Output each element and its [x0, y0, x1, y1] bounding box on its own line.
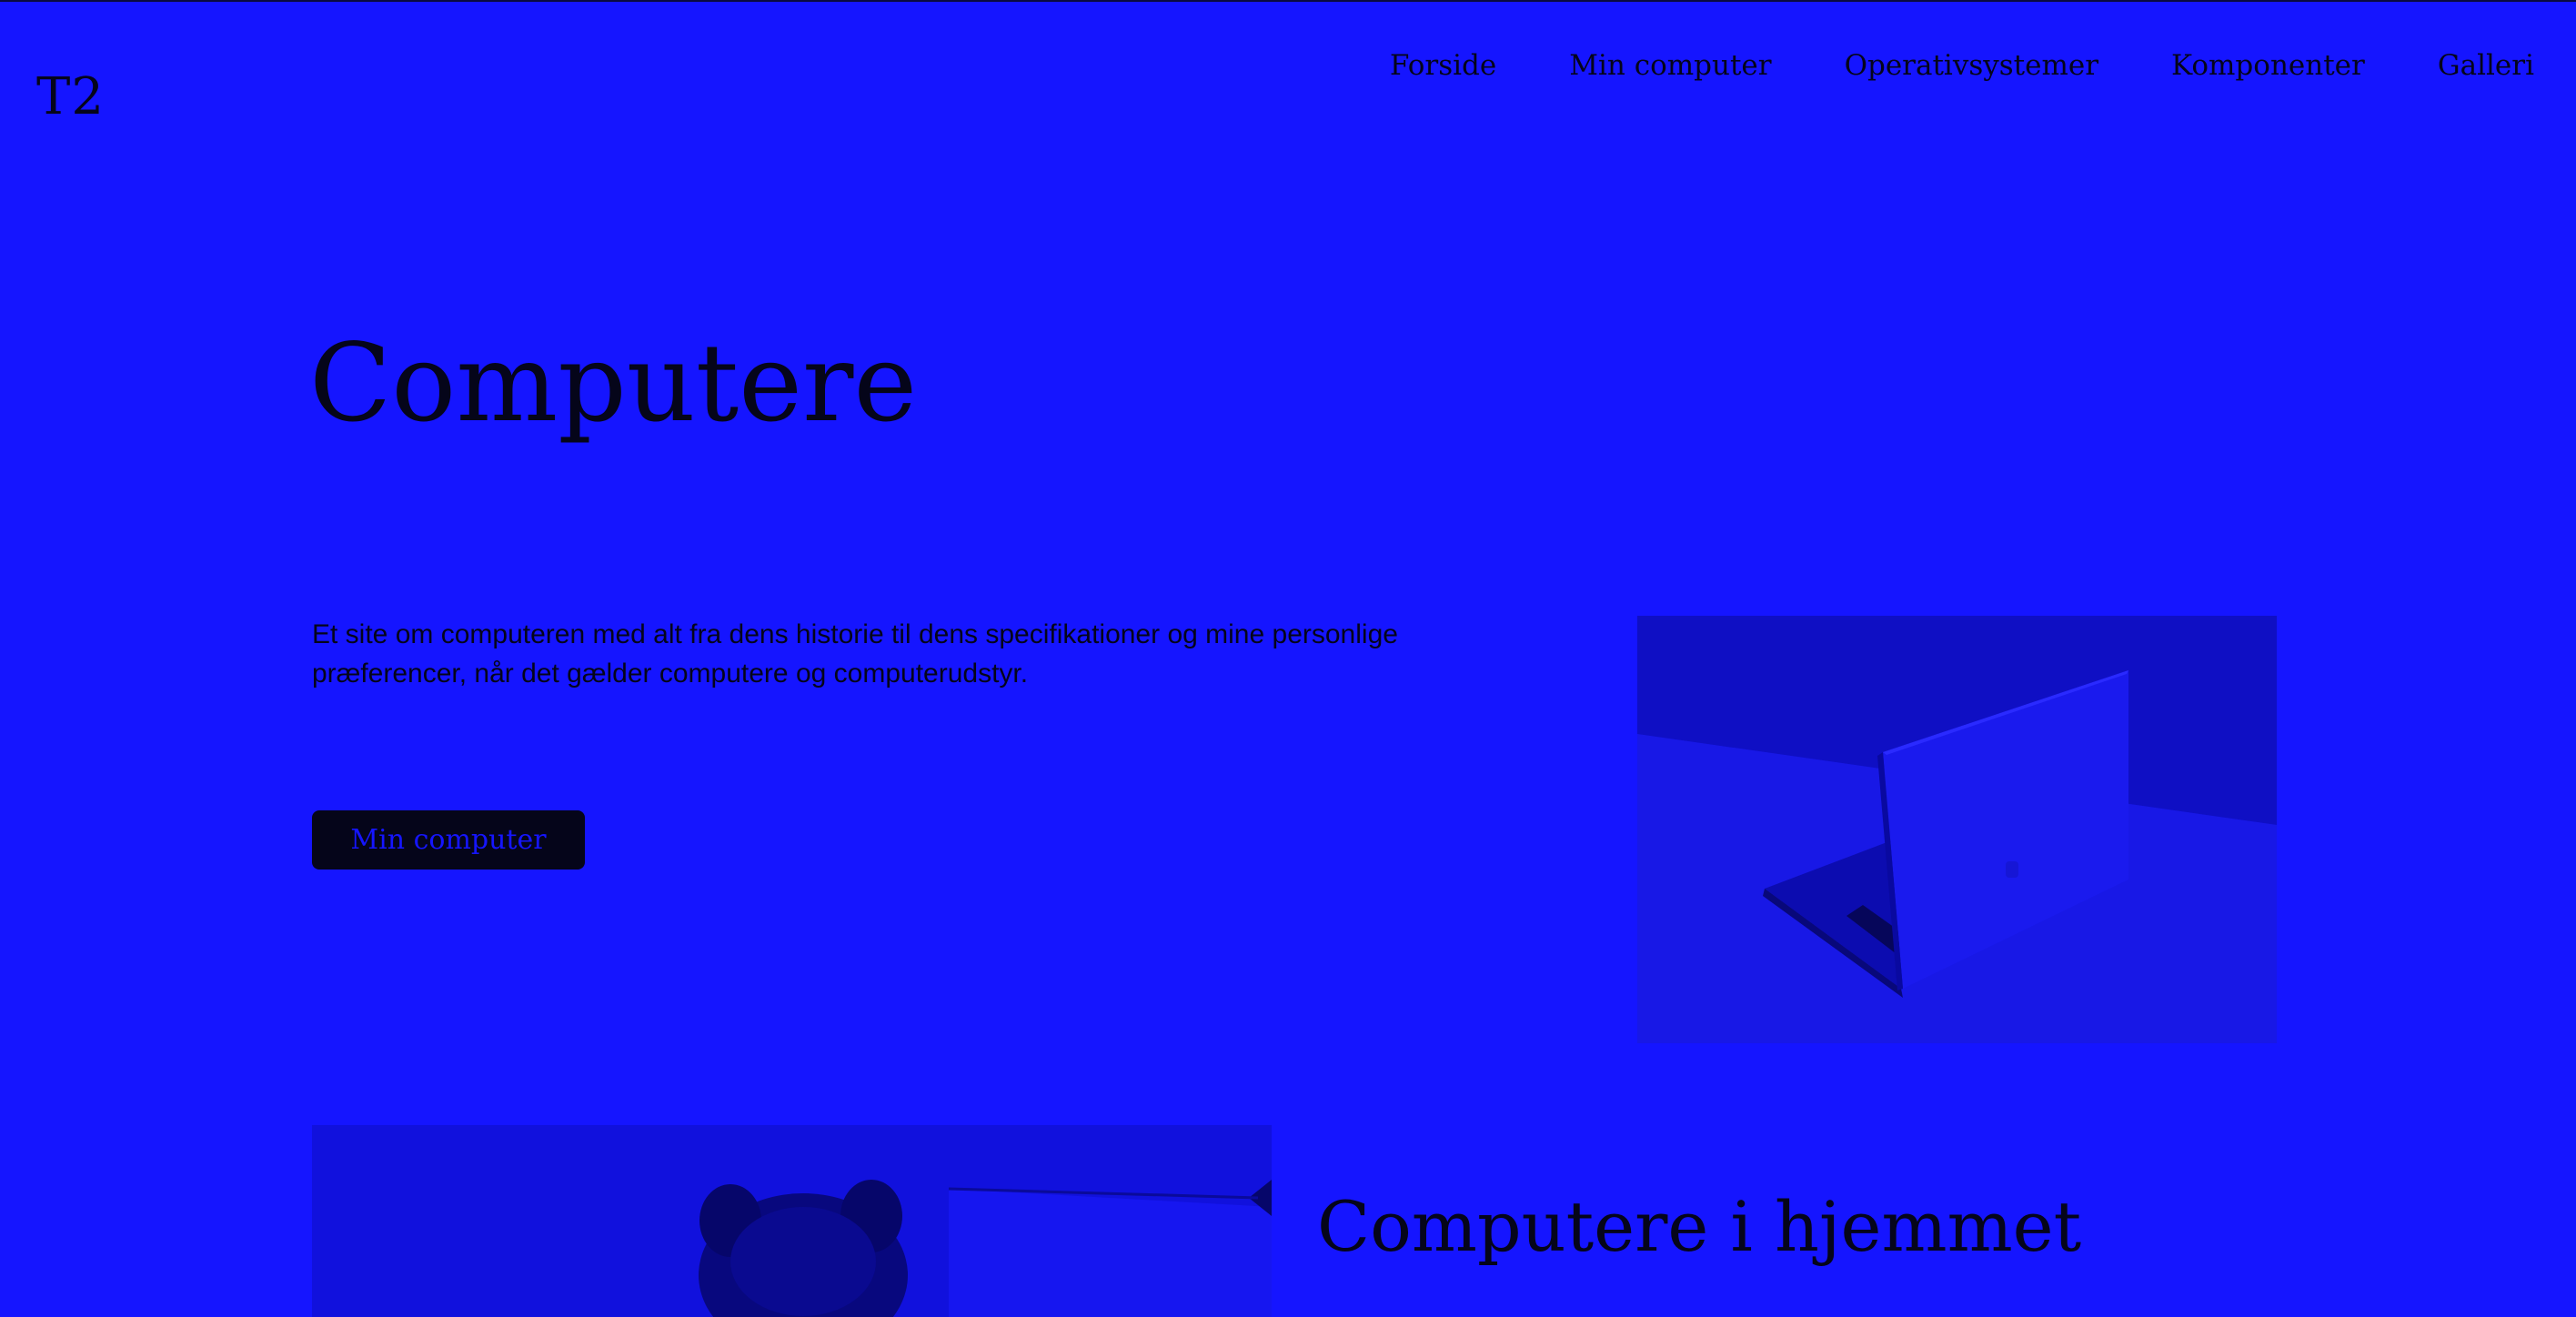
main-nav: Forside Min computer Operativsystemer Ko… [1390, 49, 2534, 82]
dog-photo [312, 1125, 1272, 1317]
nav-item-forside[interactable]: Forside [1390, 49, 1496, 82]
nav-item-galleri[interactable]: Galleri [2438, 49, 2534, 82]
min-computer-button[interactable]: Min computer [312, 810, 585, 870]
nav-item-komponenter[interactable]: Komponenter [2171, 49, 2365, 82]
site-logo[interactable]: T2 [36, 67, 105, 126]
laptop-photo [1637, 616, 2277, 1043]
nav-item-operativsystemer[interactable]: Operativsystemer [1845, 49, 2098, 82]
page-title: Computere [309, 320, 918, 446]
section-title: Computere i hjemmet [1317, 1186, 2082, 1267]
nav-item-min-computer[interactable]: Min computer [1569, 49, 1771, 82]
intro-text: Et site om computeren med alt fra dens h… [312, 619, 1398, 689]
top-border [0, 0, 2576, 2]
